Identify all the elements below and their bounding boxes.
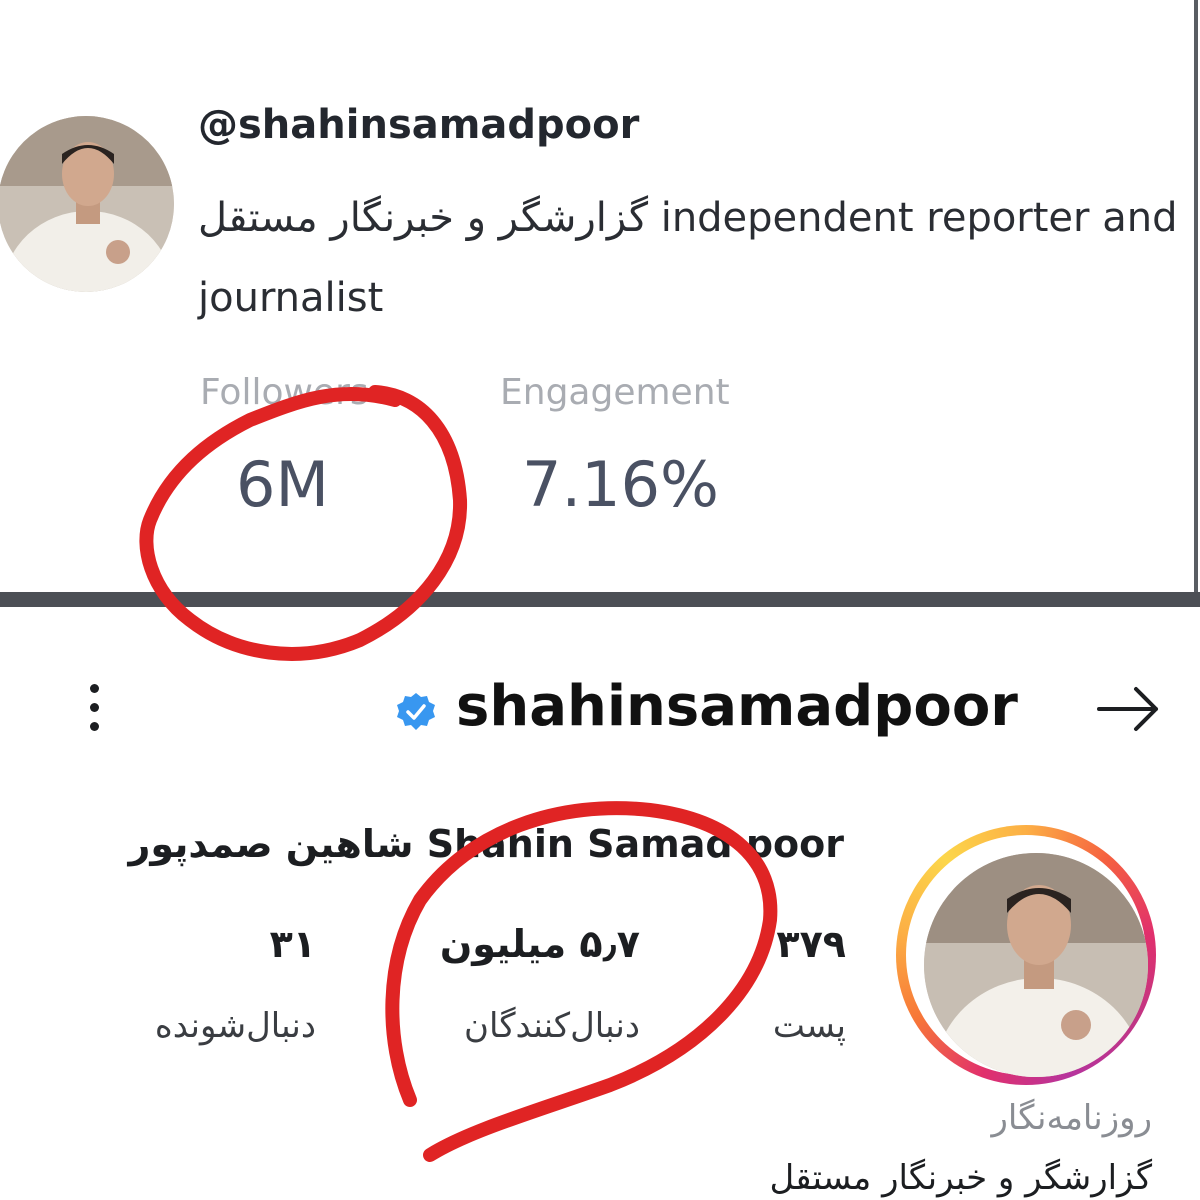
card-border: [1194, 0, 1198, 592]
profile-handle[interactable]: @shahinsamadpoor: [198, 102, 639, 148]
followers-count[interactable]: ۵٫۷ میلیون: [440, 922, 640, 966]
profile-full-name: شاهین صمدپور Shahin Samad poor: [128, 822, 844, 866]
profile-bio: گزارشگر و خبرنگار مستقل independent repo…: [198, 195, 1178, 321]
instagram-avatar: [924, 853, 1148, 1077]
followers-label: Followers: [200, 372, 369, 413]
avatar-photo-icon: [924, 853, 1148, 1077]
following-label[interactable]: دنبال‌شونده: [155, 1006, 316, 1046]
followers-label-fa[interactable]: دنبال‌کنندگان: [464, 1006, 640, 1046]
engagement-label: Engagement: [500, 372, 730, 413]
profile-analytics-card: @shahinsamadpoor گزارشگر و خبرنگار مستقل…: [0, 0, 1200, 592]
arrow-right-icon[interactable]: [1096, 682, 1162, 736]
engagement-value: 7.16%: [522, 448, 719, 521]
screenshot-divider: [0, 592, 1200, 607]
verified-badge-icon: [397, 693, 435, 730]
avatar-photo-icon: [0, 116, 174, 292]
following-count[interactable]: ۳۱: [270, 922, 316, 966]
instagram-handle: shahinsamadpoor: [456, 674, 1018, 739]
instagram-bio: گزارشگر و خبرنگار مستقل: [769, 1158, 1152, 1198]
kebab-menu-icon[interactable]: [80, 682, 108, 734]
followers-value: 6M: [236, 448, 329, 521]
story-ring[interactable]: [896, 825, 1156, 1085]
profile-avatar[interactable]: [0, 116, 174, 292]
profile-category: روزنامه‌نگار: [991, 1098, 1152, 1138]
posts-label[interactable]: پست: [773, 1006, 846, 1046]
posts-count[interactable]: ۳۷۹: [776, 922, 846, 966]
